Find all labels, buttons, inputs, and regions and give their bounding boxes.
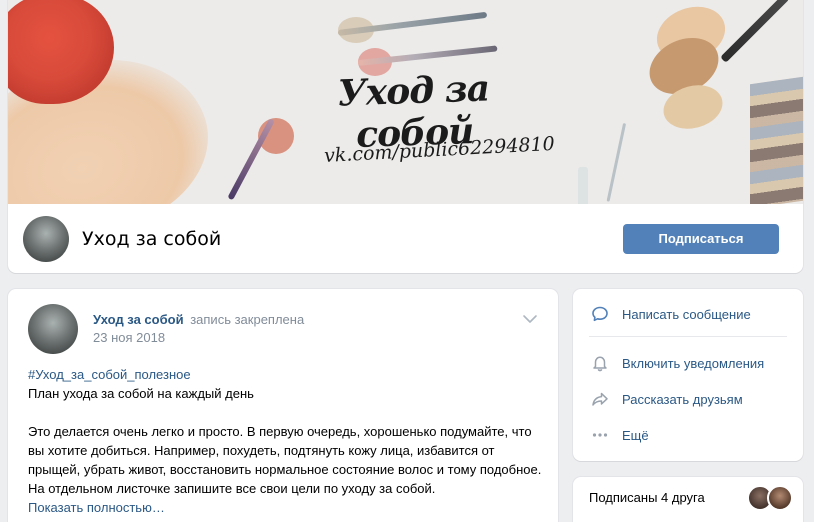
divider <box>589 336 787 337</box>
tell-friends-action[interactable]: Рассказать друзьям <box>573 384 803 414</box>
post-paragraph: Это делается очень легко и просто. В пер… <box>28 424 542 496</box>
post-text: #Уход_за_собой_полезное План ухода за со… <box>28 365 543 517</box>
group-avatar[interactable] <box>23 216 69 262</box>
post-author-link[interactable]: Уход за собой <box>93 312 184 327</box>
share-icon <box>592 392 608 406</box>
post-author-avatar[interactable] <box>28 304 78 354</box>
subscribe-button[interactable]: Подписаться <box>623 224 779 254</box>
friends-subscribed-card[interactable]: Подписаны 4 друга <box>573 477 803 522</box>
post-author-line: Уход за собой запись закреплена <box>93 312 304 327</box>
friend-avatar[interactable] <box>767 485 793 511</box>
makeup-brush <box>578 167 588 204</box>
write-message-action[interactable]: Написать сообщение <box>573 299 803 329</box>
post-date[interactable]: 23 ноя 2018 <box>93 330 165 345</box>
more-action[interactable]: Ещё <box>573 420 803 450</box>
message-icon <box>592 306 608 322</box>
write-message-label: Написать сообщение <box>622 307 751 322</box>
group-name: Уход за собой <box>82 228 222 250</box>
chevron-down-icon[interactable] <box>522 313 538 325</box>
tell-friends-label: Рассказать друзьям <box>622 392 743 407</box>
post-hashtag[interactable]: #Уход_за_собой_полезное <box>28 365 543 384</box>
more-label: Ещё <box>622 428 649 443</box>
pinned-note: запись закреплена <box>190 312 305 327</box>
makeup-brush <box>606 122 627 202</box>
post-headline: План ухода за собой на каждый день <box>28 386 254 401</box>
eyeshadow-palette <box>750 75 803 204</box>
group-header-card: Уход за собой vk.com/public62294810 Уход… <box>8 0 803 273</box>
show-more-link[interactable]: Показать полностью… <box>28 498 543 517</box>
makeup-brush <box>720 0 790 63</box>
friends-subscribed-label: Подписаны 4 друга <box>589 490 705 505</box>
more-dots-icon <box>592 433 608 437</box>
makeup-brush <box>227 118 275 201</box>
bell-icon <box>593 356 607 372</box>
pinned-post-card: Уход за собой запись закреплена 23 ноя 2… <box>8 289 558 522</box>
enable-notifications-label: Включить уведомления <box>622 356 765 371</box>
group-actions-card: Написать сообщение Включить уведомления … <box>573 289 803 461</box>
cover-image: Уход за собой vk.com/public62294810 <box>8 0 803 204</box>
enable-notifications-action[interactable]: Включить уведомления <box>573 348 803 378</box>
